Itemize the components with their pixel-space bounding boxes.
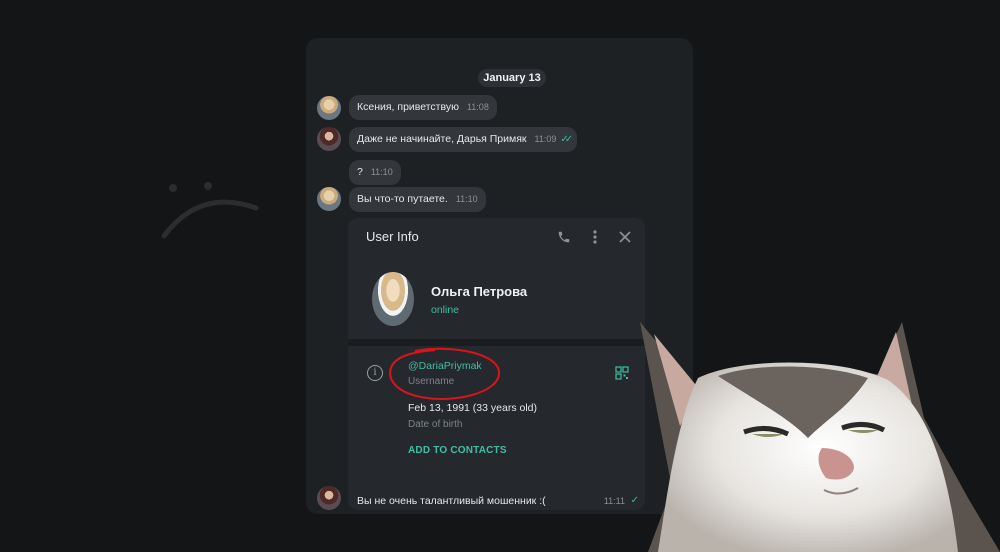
message-bubble[interactable]: Вы что-то путаете. 11:10 <box>349 187 486 212</box>
info-icon: i <box>367 365 383 381</box>
cat-photo <box>640 322 1000 552</box>
message-text: Вы не очень талантливый мошенник :( <box>357 495 546 507</box>
message-text: ? <box>357 166 363 178</box>
add-to-contacts-button[interactable]: ADD TO CONTACTS <box>408 445 507 456</box>
avatar[interactable] <box>317 96 341 120</box>
phone-icon[interactable] <box>554 227 574 247</box>
message-time: 11:11 <box>603 496 625 506</box>
close-icon[interactable] <box>615 227 635 247</box>
avatar[interactable] <box>317 187 341 211</box>
birth-date-label: Date of birth <box>408 419 463 430</box>
message-time: 11:10 <box>455 194 478 204</box>
profile-photo[interactable] <box>372 272 414 326</box>
message-bubble[interactable]: Ксения, приветствую 11:08 <box>349 95 497 120</box>
message-bubble[interactable]: Вы не очень талантливый мошенник :( 11:1… <box>349 490 645 514</box>
online-status: online <box>431 304 460 316</box>
user-info-header: User Info <box>348 218 645 258</box>
sad-face-graphic <box>161 182 259 239</box>
message-time: 11:09 <box>534 134 557 144</box>
profile-name: Ольга Петрова <box>431 284 528 299</box>
message-text: Вы что-то путаете. <box>357 193 448 205</box>
avatar[interactable] <box>317 127 341 151</box>
message-bubble[interactable]: ? 11:10 <box>349 160 401 185</box>
message-text: Ксения, приветствую <box>357 101 459 113</box>
section-divider <box>348 339 645 346</box>
message-bubble[interactable]: Даже не начинайте, Дарья Примяк 11:09 ✓✓ <box>349 127 578 152</box>
user-info-panel: User Info Ольга Петрова online i @DariaP… <box>348 218 645 510</box>
avatar[interactable] <box>317 486 341 510</box>
message-time: 11:10 <box>370 167 393 177</box>
message-text: Даже не начинайте, Дарья Примяк <box>357 133 527 145</box>
qr-code-icon[interactable] <box>615 366 629 380</box>
double-check-icon: ✓✓ <box>560 134 573 145</box>
message-time: 11:08 <box>466 102 489 112</box>
date-separator: January 13 <box>478 69 546 87</box>
panel-title: User Info <box>366 229 419 244</box>
more-vertical-icon[interactable] <box>585 227 605 247</box>
red-annotation-circle <box>389 347 501 400</box>
